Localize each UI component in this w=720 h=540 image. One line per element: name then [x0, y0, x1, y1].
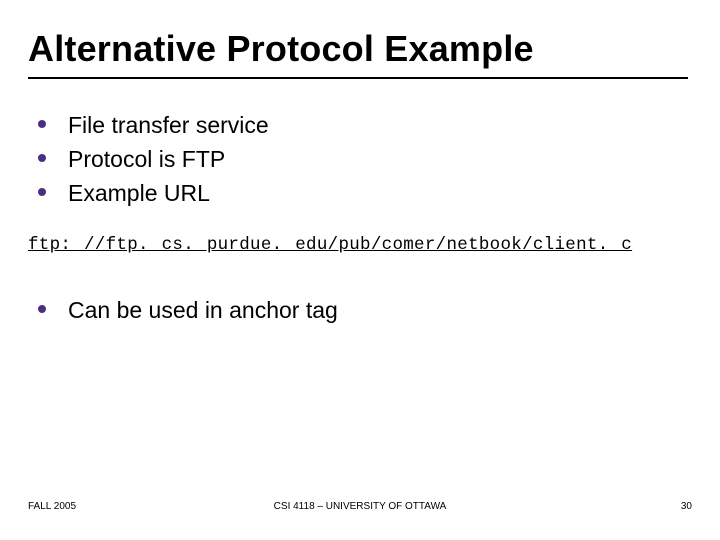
- bullet-icon: [38, 305, 46, 313]
- slide: Alternative Protocol Example File transf…: [0, 0, 720, 540]
- bullet-text: Can be used in anchor tag: [68, 295, 338, 325]
- bullet-text: File transfer service: [68, 110, 269, 140]
- slide-title: Alternative Protocol Example: [28, 28, 534, 70]
- example-url: ftp: //ftp. cs. purdue. edu/pub/comer/ne…: [28, 235, 632, 255]
- bullet-icon: [38, 120, 46, 128]
- slide-number: 30: [681, 501, 692, 512]
- list-item: Example URL: [38, 178, 269, 208]
- bullet-text: Example URL: [68, 178, 210, 208]
- bullet-text: Protocol is FTP: [68, 144, 225, 174]
- list-item: Can be used in anchor tag: [38, 295, 338, 325]
- bullet-list-2: Can be used in anchor tag: [38, 295, 338, 329]
- title-underline: [28, 77, 688, 79]
- bullet-icon: [38, 154, 46, 162]
- footer-center: CSI 4118 – UNIVERSITY OF OTTAWA: [0, 501, 720, 512]
- list-item: Protocol is FTP: [38, 144, 269, 174]
- bullet-icon: [38, 188, 46, 196]
- bullet-list-1: File transfer service Protocol is FTP Ex…: [38, 110, 269, 212]
- list-item: File transfer service: [38, 110, 269, 140]
